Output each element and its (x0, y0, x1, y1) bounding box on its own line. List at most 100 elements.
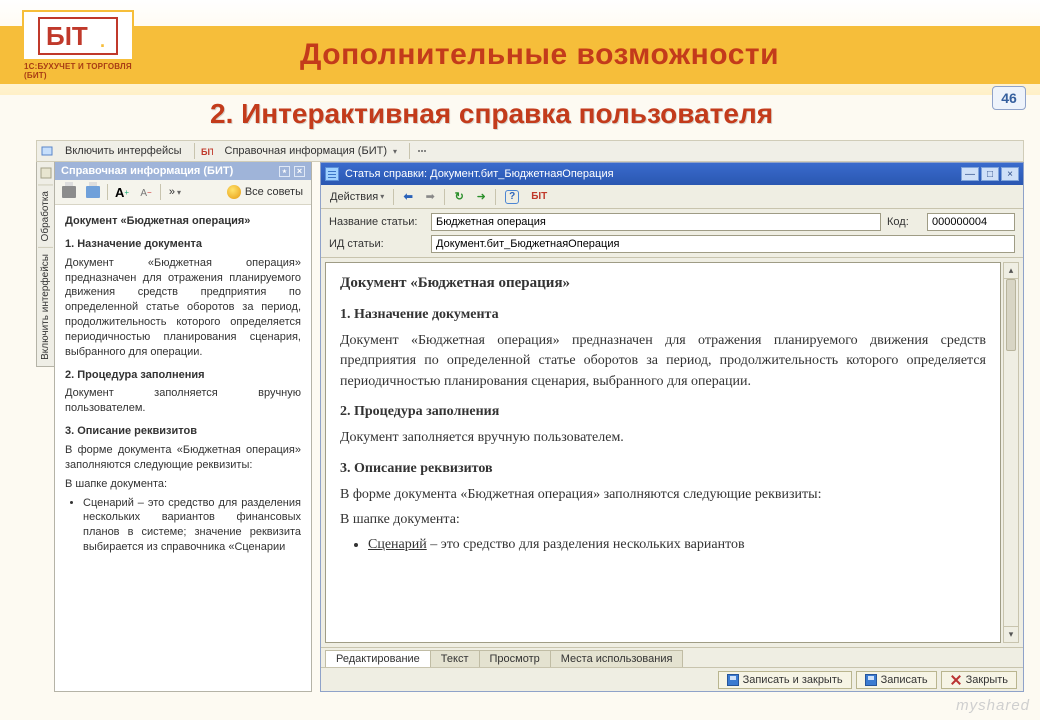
help-button[interactable]: ? (500, 187, 524, 207)
article-form: Название статьи: Код: ИД статьи: (321, 209, 1023, 258)
help-panel-title: Справочная информация (БИТ) (61, 165, 233, 177)
vertical-tab-include-interfaces[interactable]: Включить интерфейсы (38, 247, 53, 366)
save-and-close-button[interactable]: Записать и закрыть (718, 671, 852, 689)
chevron-down-icon: ▾ (393, 147, 397, 156)
tab-usages[interactable]: Места использования (550, 650, 684, 667)
help-section1-title: 1. Назначение документа (65, 237, 301, 252)
article-s3-item1: Сценарий – это средство для разделения н… (368, 535, 986, 555)
menu-help-info[interactable]: Справочная информация (БИТ) ▾ (219, 144, 404, 158)
toolbar-separator (160, 184, 161, 200)
window-icon (41, 145, 53, 157)
scroll-up-button[interactable]: ▴ (1004, 263, 1018, 279)
article-s3-title: 3. Описание реквизитов (340, 459, 986, 479)
toolbar-separator (495, 189, 496, 205)
article-content[interactable]: Документ «Бюджетная операция» 1. Назначе… (325, 262, 1001, 643)
help-section2-body: Документ заполняется вручную пользовател… (65, 386, 301, 416)
go-button[interactable]: ➜ (471, 187, 491, 207)
article-s3-sub: В шапке документа: (340, 510, 986, 530)
article-bottom-tabs: Редактирование Текст Просмотр Места испо… (321, 647, 1023, 667)
toolbar-separator (107, 184, 108, 200)
help-panel-toolbar: A+ A− » Все советы (55, 180, 311, 205)
actions-dropdown[interactable]: Действия (325, 187, 389, 207)
close-label: Закрыть (966, 674, 1008, 686)
menu-help-info-label: Справочная информация (БИТ) (225, 145, 387, 157)
article-title-text: Статья справки: Документ.бит_БюджетнаяОп… (345, 168, 614, 180)
logo-subtext: 1С:БУХУЧЕТ И ТОРГОВЛЯ (БИТ) (24, 59, 132, 80)
nav-fwd-button[interactable]: ➡ (420, 187, 440, 207)
article-s3-item1-term: Сценарий (368, 537, 427, 552)
slide-subtitle: 2. Интерактивная справка пользователя (210, 98, 773, 130)
slide-title: Дополнительные возможности (300, 38, 779, 72)
go-icon: ➜ (477, 190, 486, 203)
article-name-label: Название статьи: (329, 216, 425, 228)
svg-text:.: . (100, 31, 105, 51)
article-footer: Записать и закрыть Записать Закрыть (321, 667, 1023, 691)
font-big-icon: A (115, 185, 124, 200)
article-heading: Документ «Бюджетная операция» (340, 273, 986, 295)
article-id-label: ИД статьи: (329, 238, 425, 250)
menu-include-interfaces[interactable]: Включить интерфейсы (59, 144, 188, 158)
help-section2-title: 2. Процедура заполнения (65, 368, 301, 383)
pin-icon[interactable]: ⋆ (279, 166, 290, 177)
all-tips-button[interactable]: Все советы (223, 184, 307, 200)
scroll-thumb[interactable] (1004, 279, 1018, 626)
help-section3-item1: Сценарий – это средство для разделения н… (83, 496, 301, 555)
printer-preview-icon (86, 186, 100, 198)
help-panel-body: Документ «Бюджетная операция» 1. Назначе… (55, 205, 311, 691)
article-toolbar: Действия ⬅ ➡ ↻ ➜ ? БІТ (321, 185, 1023, 209)
tab-icon (39, 166, 53, 180)
scroll-down-button[interactable]: ▾ (1004, 626, 1018, 642)
save-button[interactable]: Записать (856, 671, 937, 689)
menu-separator (194, 143, 195, 159)
logo-main: БIТ . (24, 12, 132, 59)
disk-icon (727, 674, 739, 686)
app-workspace: Включить интерфейсы БІТ Справочная инфор… (36, 140, 1024, 692)
help-doc-heading: Документ «Бюджетная операция» (65, 214, 301, 229)
minimize-button[interactable]: — (961, 167, 979, 181)
help-section1-body: Документ «Бюджетная операция» предназнач… (65, 256, 301, 360)
article-s1-title: 1. Назначение документа (340, 305, 986, 325)
svg-text:БІТ: БІТ (201, 147, 213, 157)
bit-logo-icon: БІТ (201, 145, 213, 157)
vertical-tab-processing[interactable]: Обработка (38, 184, 53, 247)
toolbar-separator (444, 189, 445, 205)
document-icon (325, 167, 339, 181)
font-bigger-button[interactable]: A+ (112, 183, 132, 201)
help-section3-sub: В шапке документа: (65, 477, 301, 492)
tips-icon (227, 185, 241, 199)
article-titlebar[interactable]: Статья справки: Документ.бит_БюджетнаяОп… (321, 163, 1023, 185)
article-code-field[interactable] (927, 213, 1015, 231)
save-label: Записать (881, 674, 928, 686)
article-s3-body: В форме документа «Бюджетная операция» з… (340, 485, 986, 505)
tab-text[interactable]: Текст (430, 650, 480, 667)
bit-button[interactable]: БІТ (526, 187, 552, 207)
article-s3-item1-rest: – это средство для разделения нескольких… (427, 537, 745, 552)
close-icon[interactable]: × (294, 166, 305, 177)
tab-editing[interactable]: Редактирование (325, 650, 431, 667)
top-menubar: Включить интерфейсы БІТ Справочная инфор… (36, 140, 1024, 162)
tab-preview[interactable]: Просмотр (479, 650, 551, 667)
refresh-icon: ↻ (455, 190, 464, 203)
disk-icon (865, 674, 877, 686)
refresh-button[interactable]: ↻ (449, 187, 469, 207)
print-preview-button[interactable] (83, 183, 103, 201)
font-smaller-button[interactable]: A− (136, 183, 156, 201)
close-button[interactable]: × (1001, 167, 1019, 181)
dots-icon[interactable] (416, 145, 428, 157)
article-code-label: Код: (887, 216, 921, 228)
print-button[interactable] (59, 183, 79, 201)
article-id-field[interactable] (431, 235, 1015, 253)
vertical-tabstrip: Обработка Включить интерфейсы (36, 162, 54, 367)
nav-back-button[interactable]: ⬅ (398, 187, 418, 207)
maximize-button[interactable]: □ (981, 167, 999, 181)
vertical-scrollbar[interactable]: ▴ ▾ (1003, 262, 1019, 643)
help-section3-body: В форме документа «Бюджетная операция» з… (65, 443, 301, 473)
toolbar-separator (393, 189, 394, 205)
article-s2-title: 2. Процедура заполнения (340, 402, 986, 422)
close-x-icon (950, 674, 962, 686)
watermark: myshared (956, 697, 1030, 714)
more-dropdown[interactable]: » (165, 183, 185, 201)
article-content-frame: Документ «Бюджетная операция» 1. Назначе… (321, 258, 1023, 647)
article-name-field[interactable] (431, 213, 881, 231)
close-button-footer[interactable]: Закрыть (941, 671, 1017, 689)
